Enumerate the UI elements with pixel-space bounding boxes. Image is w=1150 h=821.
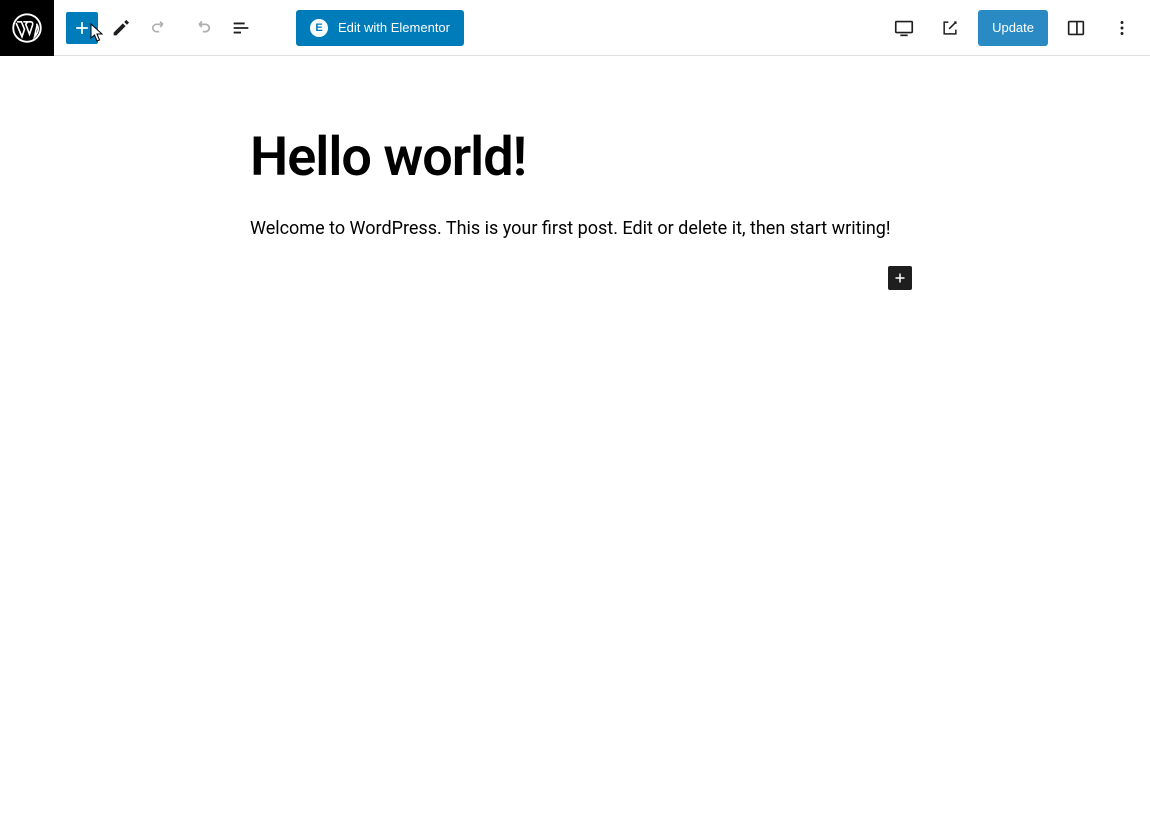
undo-button[interactable] xyxy=(144,11,178,45)
settings-button[interactable] xyxy=(1058,10,1094,46)
tools-button[interactable] xyxy=(104,11,138,45)
pencil-icon xyxy=(110,17,132,39)
view-post-button[interactable] xyxy=(932,10,968,46)
options-button[interactable] xyxy=(1104,10,1140,46)
elementor-label: Edit with Elementor xyxy=(338,20,450,35)
external-link-icon xyxy=(940,18,960,38)
plus-icon xyxy=(891,269,909,287)
add-block-inline-button[interactable] xyxy=(888,266,912,290)
undo-icon xyxy=(150,17,172,39)
redo-icon xyxy=(190,17,212,39)
elementor-icon: E xyxy=(310,19,328,37)
toolbar-left-group: E Edit with Elementor xyxy=(54,10,464,46)
plus-icon xyxy=(72,18,92,38)
post-title[interactable]: Hello world! xyxy=(250,126,900,191)
wordpress-icon xyxy=(12,13,42,43)
wordpress-logo-button[interactable] xyxy=(0,0,54,56)
document-overview-button[interactable] xyxy=(224,11,258,45)
update-button[interactable]: Update xyxy=(978,10,1048,46)
desktop-icon xyxy=(893,17,915,39)
editor-content: Hello world! Welcome to WordPress. This … xyxy=(0,56,1150,242)
sidebar-icon xyxy=(1065,17,1087,39)
editor-toolbar: E Edit with Elementor Update xyxy=(0,0,1150,56)
edit-with-elementor-button[interactable]: E Edit with Elementor xyxy=(296,10,464,46)
content-inner: Hello world! Welcome to WordPress. This … xyxy=(250,126,900,242)
list-icon xyxy=(230,17,252,39)
more-vertical-icon xyxy=(1111,17,1133,39)
view-button[interactable] xyxy=(886,10,922,46)
toolbar-right-group: Update xyxy=(886,10,1150,46)
post-paragraph[interactable]: Welcome to WordPress. This is your first… xyxy=(250,215,900,242)
add-block-button[interactable] xyxy=(66,12,98,44)
redo-button[interactable] xyxy=(184,11,218,45)
update-label: Update xyxy=(992,20,1034,35)
